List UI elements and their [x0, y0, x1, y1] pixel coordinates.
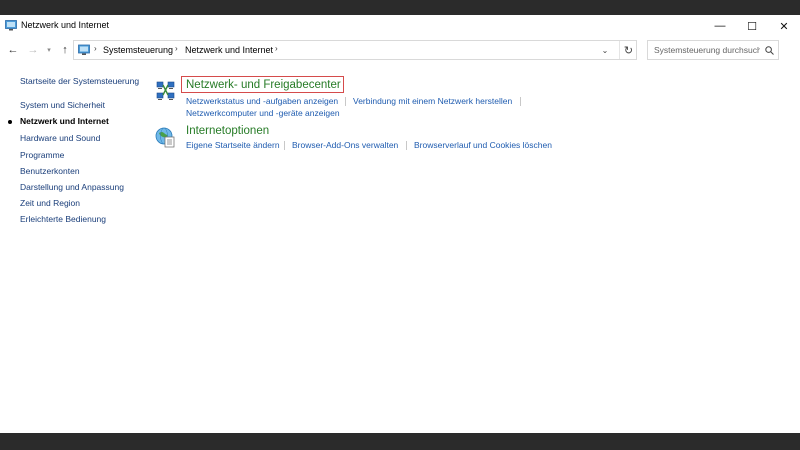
- chevron-right-icon[interactable]: ›: [175, 44, 178, 53]
- task-link-netzwerkcomputer[interactable]: Netzwerkcomputer und -geräte anzeigen: [186, 108, 340, 118]
- task-link-eigene-startseite[interactable]: Eigene Startseite ändern: [186, 140, 280, 150]
- breadcrumb-netzwerk-und-internet[interactable]: Netzwerk und Internet: [185, 45, 273, 55]
- sidebar-item-darstellung-und-anpassung[interactable]: Darstellung und Anpassung: [20, 182, 124, 192]
- title-bar: Netzwerk und Internet — ☐ ✕: [0, 15, 800, 37]
- maximize-button[interactable]: ☐: [734, 15, 770, 37]
- navigation-bar: ← → ▾ ↑ › Systemsteuerung › Netzwerk und…: [0, 37, 800, 63]
- control-panel-window: Netzwerk und Internet — ☐ ✕ ← → ▾ ↑ › Sy…: [0, 15, 800, 433]
- task-link-verbindung-herstellen[interactable]: Verbindung mit einem Netzwerk herstellen: [353, 96, 512, 106]
- chevron-right-icon[interactable]: ›: [275, 44, 278, 53]
- network-icon[interactable]: [155, 80, 177, 102]
- link-separator: [520, 97, 521, 106]
- minimize-button[interactable]: —: [702, 15, 738, 37]
- refresh-icon[interactable]: ↻: [619, 41, 637, 59]
- screen-bottom-bar: [0, 433, 800, 450]
- chevron-right-icon[interactable]: ›: [94, 44, 97, 53]
- up-arrow-icon[interactable]: ↑: [57, 42, 73, 58]
- link-separator: [406, 141, 407, 150]
- sidebar-item-zeit-und-region[interactable]: Zeit und Region: [20, 198, 80, 208]
- category-heading-netzwerk-und-freigabecenter[interactable]: Netzwerk- und Freigabecenter: [186, 79, 341, 91]
- breadcrumb-systemsteuerung[interactable]: Systemsteuerung: [103, 45, 173, 55]
- active-item-bullet: [8, 120, 12, 124]
- forward-arrow-icon[interactable]: →: [25, 42, 41, 58]
- back-arrow-icon[interactable]: ←: [5, 42, 21, 58]
- address-bar[interactable]: › Systemsteuerung › Netzwerk und Interne…: [73, 40, 637, 60]
- sidebar-item-erleichterte-bedienung[interactable]: Erleichterte Bedienung: [20, 214, 106, 224]
- control-panel-icon: [5, 20, 17, 31]
- control-panel-icon: [78, 44, 90, 55]
- sidebar-item-hardware-und-sound[interactable]: Hardware und Sound: [20, 133, 100, 143]
- sidebar-home-link[interactable]: Startseite der Systemsteuerung: [20, 76, 139, 86]
- sidebar-item-netzwerk-und-internet[interactable]: Netzwerk und Internet: [20, 116, 109, 126]
- link-separator: [345, 97, 346, 106]
- search-box[interactable]: [647, 40, 779, 60]
- task-link-browser-add-ons[interactable]: Browser-Add-Ons verwalten: [292, 140, 398, 150]
- category-heading-internetoptionen[interactable]: Internetoptionen: [186, 125, 269, 137]
- close-button[interactable]: ✕: [766, 15, 800, 37]
- search-icon[interactable]: [762, 43, 776, 57]
- screen-top-bar: [0, 0, 800, 15]
- sidebar-item-system-und-sicherheit[interactable]: System und Sicherheit: [20, 100, 105, 110]
- task-link-netzwerkstatus[interactable]: Netzwerkstatus und -aufgaben anzeigen: [186, 96, 338, 106]
- search-input[interactable]: [648, 41, 760, 59]
- sidebar-item-programme[interactable]: Programme: [20, 150, 64, 160]
- window-title: Netzwerk und Internet: [21, 20, 110, 30]
- globe-icon[interactable]: [155, 127, 177, 149]
- recent-locations-chevron-icon[interactable]: ▾: [44, 42, 54, 58]
- link-separator: [284, 141, 285, 150]
- task-link-browserverlauf-loeschen[interactable]: Browserverlauf und Cookies löschen: [414, 140, 552, 150]
- sidebar-item-benutzerkonten[interactable]: Benutzerkonten: [20, 166, 80, 176]
- chevron-down-icon[interactable]: ⌄: [598, 43, 612, 57]
